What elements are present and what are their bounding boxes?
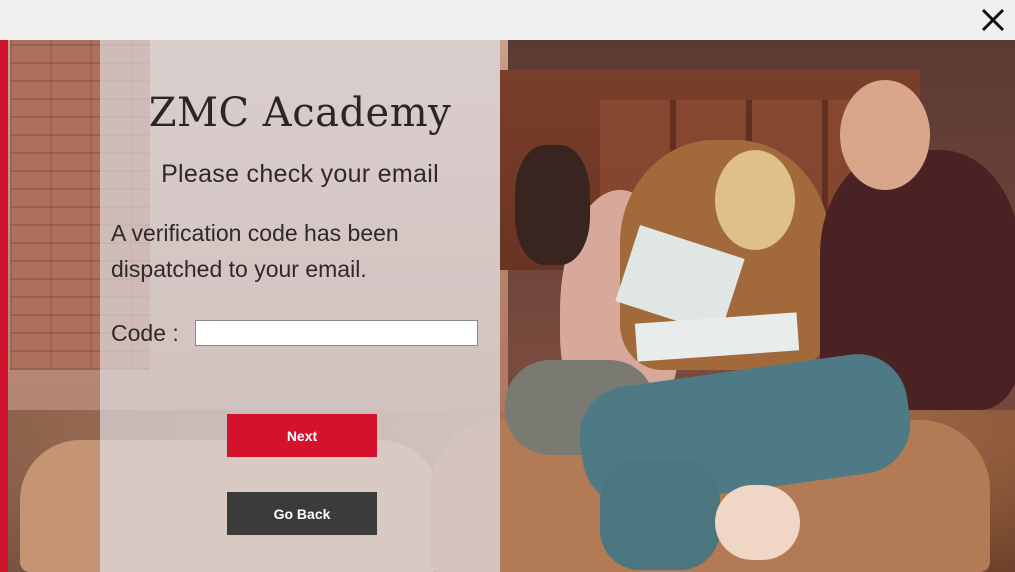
close-icon[interactable] xyxy=(977,4,1009,36)
go-back-button[interactable]: Go Back xyxy=(227,492,377,535)
close-icon-glyph xyxy=(981,8,1005,32)
code-input[interactable] xyxy=(195,320,478,346)
accent-edge xyxy=(0,40,8,572)
app-title: ZMC Academy xyxy=(148,90,452,136)
page-heading: Please check your email xyxy=(161,160,439,188)
code-label: Code : xyxy=(111,320,179,346)
verification-message: A verification code has been dispatched … xyxy=(111,220,399,282)
window-titlebar xyxy=(0,0,1015,40)
next-button[interactable]: Next xyxy=(227,414,377,457)
